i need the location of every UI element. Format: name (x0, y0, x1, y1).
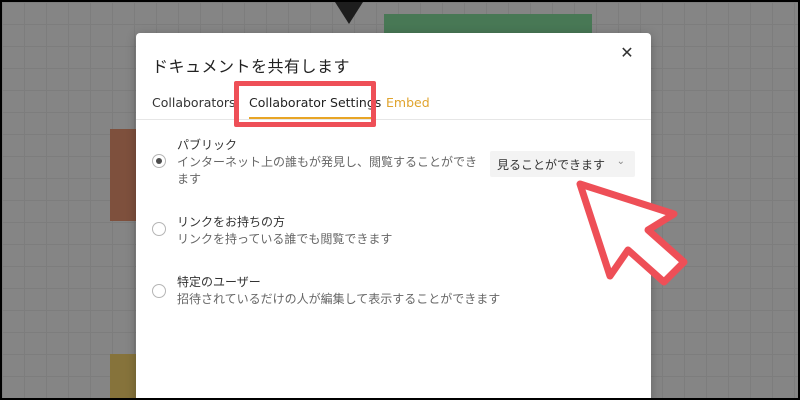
tab-embed[interactable]: Embed (386, 95, 430, 110)
annotation-arrow-icon (576, 180, 688, 286)
chevron-down-icon: ⌄ (616, 156, 625, 167)
radio-public[interactable] (152, 154, 166, 168)
close-icon[interactable]: ✕ (619, 45, 635, 61)
tabs-divider (136, 119, 651, 120)
option-link-description: リンクを持っている誰でも閲覧できます (177, 232, 393, 246)
dialog-title: ドキュメントを共有します (152, 57, 351, 76)
annotation-highlight-box (234, 81, 376, 127)
radio-anyone-with-link[interactable] (152, 222, 166, 236)
tab-collaborators[interactable]: Collaborators (152, 95, 236, 110)
option-public-description: インターネット上の誰もが発見し、閲覧することができます (177, 155, 478, 186)
screenshot-frame: ドキュメントを共有します ✕ Collaborators Collaborato… (0, 0, 800, 400)
option-public-title: パブリック (177, 138, 238, 152)
radio-specific-users[interactable] (152, 284, 166, 298)
option-users-title: 特定のユーザー (177, 275, 261, 289)
option-users-description: 招待されているだけの人が編集して表示することができます (177, 292, 501, 306)
option-link-title: リンクをお持ちの方 (177, 215, 286, 229)
